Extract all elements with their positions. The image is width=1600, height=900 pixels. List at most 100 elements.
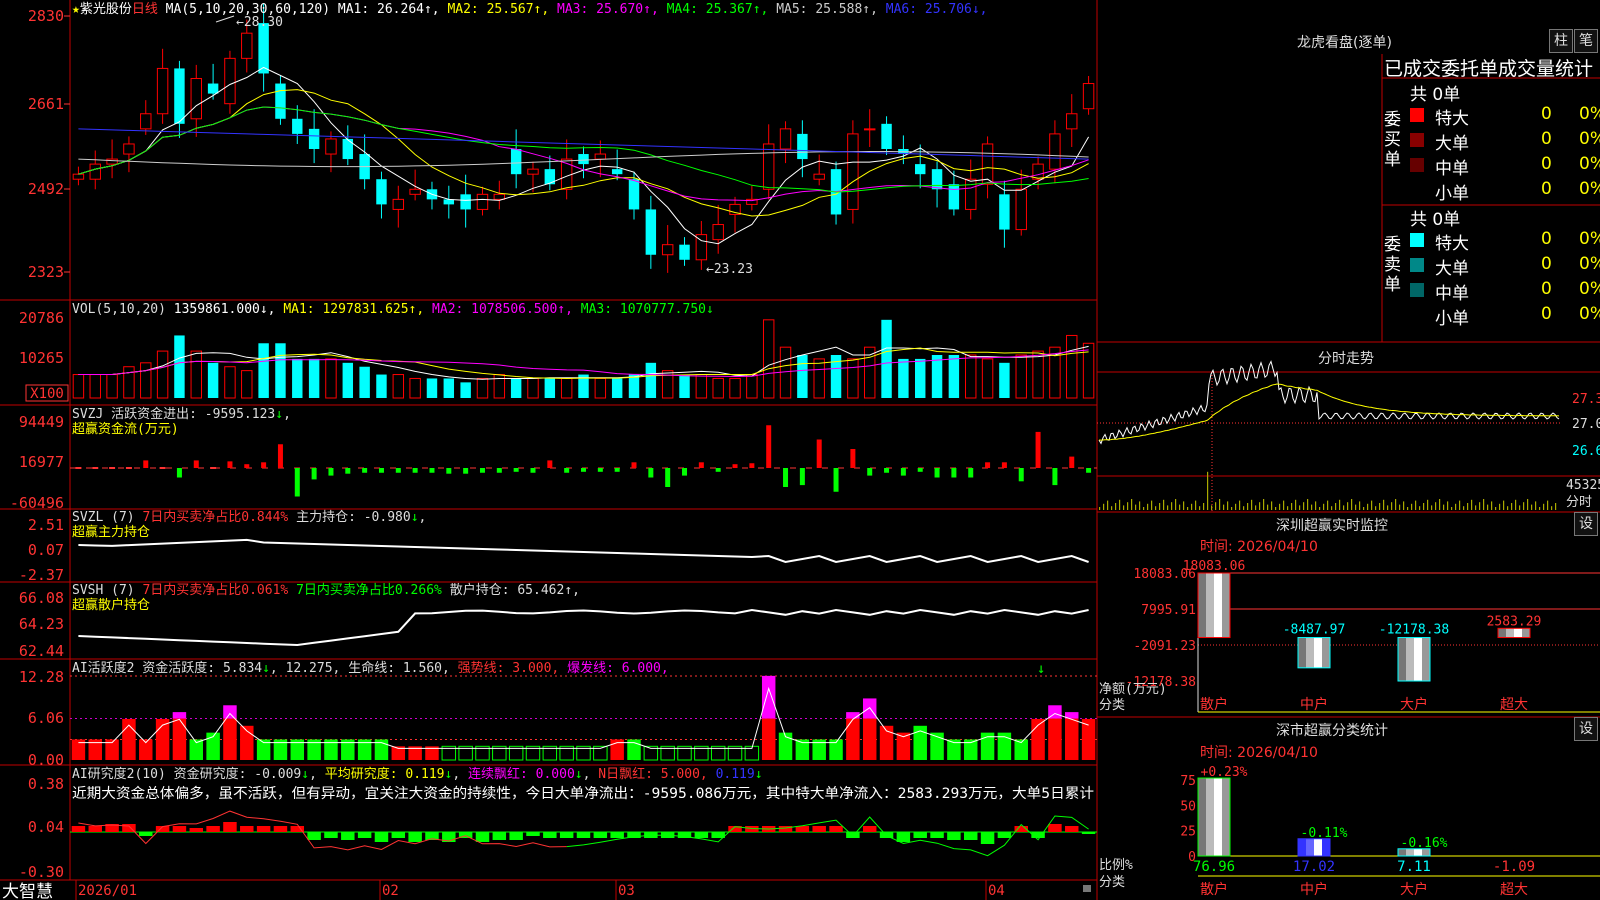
intraday-vol-bar (1415, 500, 1417, 510)
intraday-vol-bar (1203, 503, 1205, 510)
dragon-tiger-header: 已成交委托单成交量统计 (1384, 58, 1594, 80)
low-price-label: ←23.23 (706, 262, 753, 277)
intraday-vol-bar (1503, 500, 1505, 510)
volume-header: VOL(5,10,20) 1359861.000↓, MA1: 1297831.… (72, 302, 714, 317)
intraday-vol-bar (1295, 499, 1297, 510)
volume-bar-up (89, 374, 101, 399)
candle-body-down (308, 128, 320, 149)
monitor-value-label: 2583.29 (1487, 614, 1542, 629)
svzj-bar-out (564, 468, 570, 473)
intraday-vol-bar (1459, 500, 1461, 510)
monitor-bar-segment (1398, 637, 1406, 681)
volume-bar-up (695, 374, 708, 399)
intraday-vol-bar (1371, 500, 1373, 510)
svsh-y-label: 62.44 (19, 642, 64, 660)
svzj-bar-in (244, 464, 250, 468)
candle-body-up (106, 158, 118, 165)
intraday-price-label: 26.6 (1572, 444, 1600, 459)
svzj-bar-out (648, 468, 654, 478)
monitor-y-label: -2091.23 (1133, 639, 1196, 654)
intraday-vol-bar (1487, 504, 1489, 510)
intraday-vol-bar (1527, 499, 1529, 510)
candle-body-down (207, 83, 219, 94)
order-size-name: 小单 (1435, 184, 1469, 204)
volume-bar-down (342, 362, 354, 398)
research-bar-green (963, 832, 978, 840)
research-bar-green (341, 832, 355, 840)
research-bar-green (980, 832, 995, 844)
research-bar-green (593, 832, 608, 838)
sz-class-settings-button[interactable]: 设 (1574, 717, 1598, 741)
svzj-bar-out (968, 468, 974, 478)
intraday-vol-bar (1219, 499, 1221, 510)
class-change-label: +0.23% (1201, 765, 1248, 780)
intraday-vol-bar (1103, 503, 1105, 510)
sz-monitor-settings-button[interactable]: 设 (1574, 512, 1598, 536)
research-bar-green (324, 832, 338, 838)
research-bar-green (576, 832, 591, 838)
svzj-bar-out (799, 468, 805, 486)
intraday-vol-bar (1299, 505, 1301, 510)
research-bar-red (862, 826, 877, 832)
volume-bar-down (898, 358, 909, 398)
svzj-bar-out (412, 468, 418, 473)
svzj-y-label: 16977 (19, 453, 64, 471)
ai-research-header: AI研究度2(10) 资金研究度: -0.009↓, 平均研究度: 0.119↓… (72, 766, 763, 782)
research-bar-green (930, 832, 944, 838)
order-percent: 0% (1579, 229, 1600, 249)
intraday-vol-bar (1339, 499, 1341, 510)
intraday-vol-bar (1447, 501, 1449, 510)
intraday-vol-bar (1179, 504, 1181, 510)
intraday-vol-bar (1379, 503, 1381, 510)
intraday-vol-bar (1151, 500, 1153, 510)
active-bar-burst (846, 712, 860, 719)
intraday-vol-bar (1187, 507, 1189, 510)
candle-body-down (611, 169, 623, 175)
svzj-bar-out (345, 468, 351, 474)
sz-class-time: 时间: 2026/04/10 (1200, 745, 1318, 761)
order-percent: 0% (1579, 104, 1600, 124)
svzj-bar-out (530, 468, 536, 473)
monitor-category-label: 超大 (1500, 697, 1528, 713)
candle-body-down (679, 244, 690, 260)
bar-mode-button[interactable]: 柱 (1549, 29, 1573, 53)
svzj-subtitle: 超赢资金流(万元) (72, 421, 179, 437)
svzl-y-label: 0.07 (28, 541, 64, 559)
volume-bar-down (999, 362, 1010, 398)
volume-bar-down (931, 355, 943, 398)
active-bar-red (1048, 718, 1062, 760)
intraday-vol-bar (1495, 507, 1497, 510)
volume-bar-up (72, 374, 85, 399)
active-bar-red (172, 718, 187, 760)
svzj-bar-out (900, 468, 906, 476)
research-bar-red (1048, 824, 1062, 832)
intraday-vol-bar (1419, 506, 1421, 510)
volume-bar-up (325, 358, 337, 399)
order-size-name: 小单 (1435, 309, 1469, 329)
class-change-label: -0.11% (1301, 826, 1348, 841)
svzj-bar-out (597, 468, 603, 472)
intraday-vol-bar (1263, 499, 1265, 510)
research-bar-red (88, 826, 102, 832)
volume-bar-up (224, 366, 236, 399)
intraday-vol-bar (1543, 503, 1545, 510)
ai-research-y-label: -0.30 (19, 863, 64, 881)
volume-bar-down (207, 362, 219, 398)
candle-body-down (578, 154, 589, 165)
svzj-bar-out (311, 468, 317, 480)
volume-bar-down (881, 319, 892, 398)
monitor-bar-segment (1514, 628, 1522, 638)
volume-bar-down (544, 378, 556, 398)
intraday-vol-bar (1287, 506, 1289, 510)
candle-body-up (813, 173, 825, 180)
pen-mode-button[interactable]: 笔 (1574, 29, 1598, 53)
volume-bar-up (241, 370, 253, 399)
intraday-vol-bar (1367, 503, 1369, 510)
monitor-category-label: 大户 (1400, 696, 1428, 713)
monitor-bar-segment (1314, 637, 1322, 668)
chart-canvas[interactable]: ←28.30 ←23.23 2830 2661 2492 2323 ★紫光股份日线 MA(5… (0, 0, 1600, 900)
svzj-bar-out (513, 468, 519, 472)
candle-body-up (241, 32, 253, 59)
class-y-label: 50 (1180, 799, 1196, 814)
research-bar-green (1081, 832, 1096, 834)
